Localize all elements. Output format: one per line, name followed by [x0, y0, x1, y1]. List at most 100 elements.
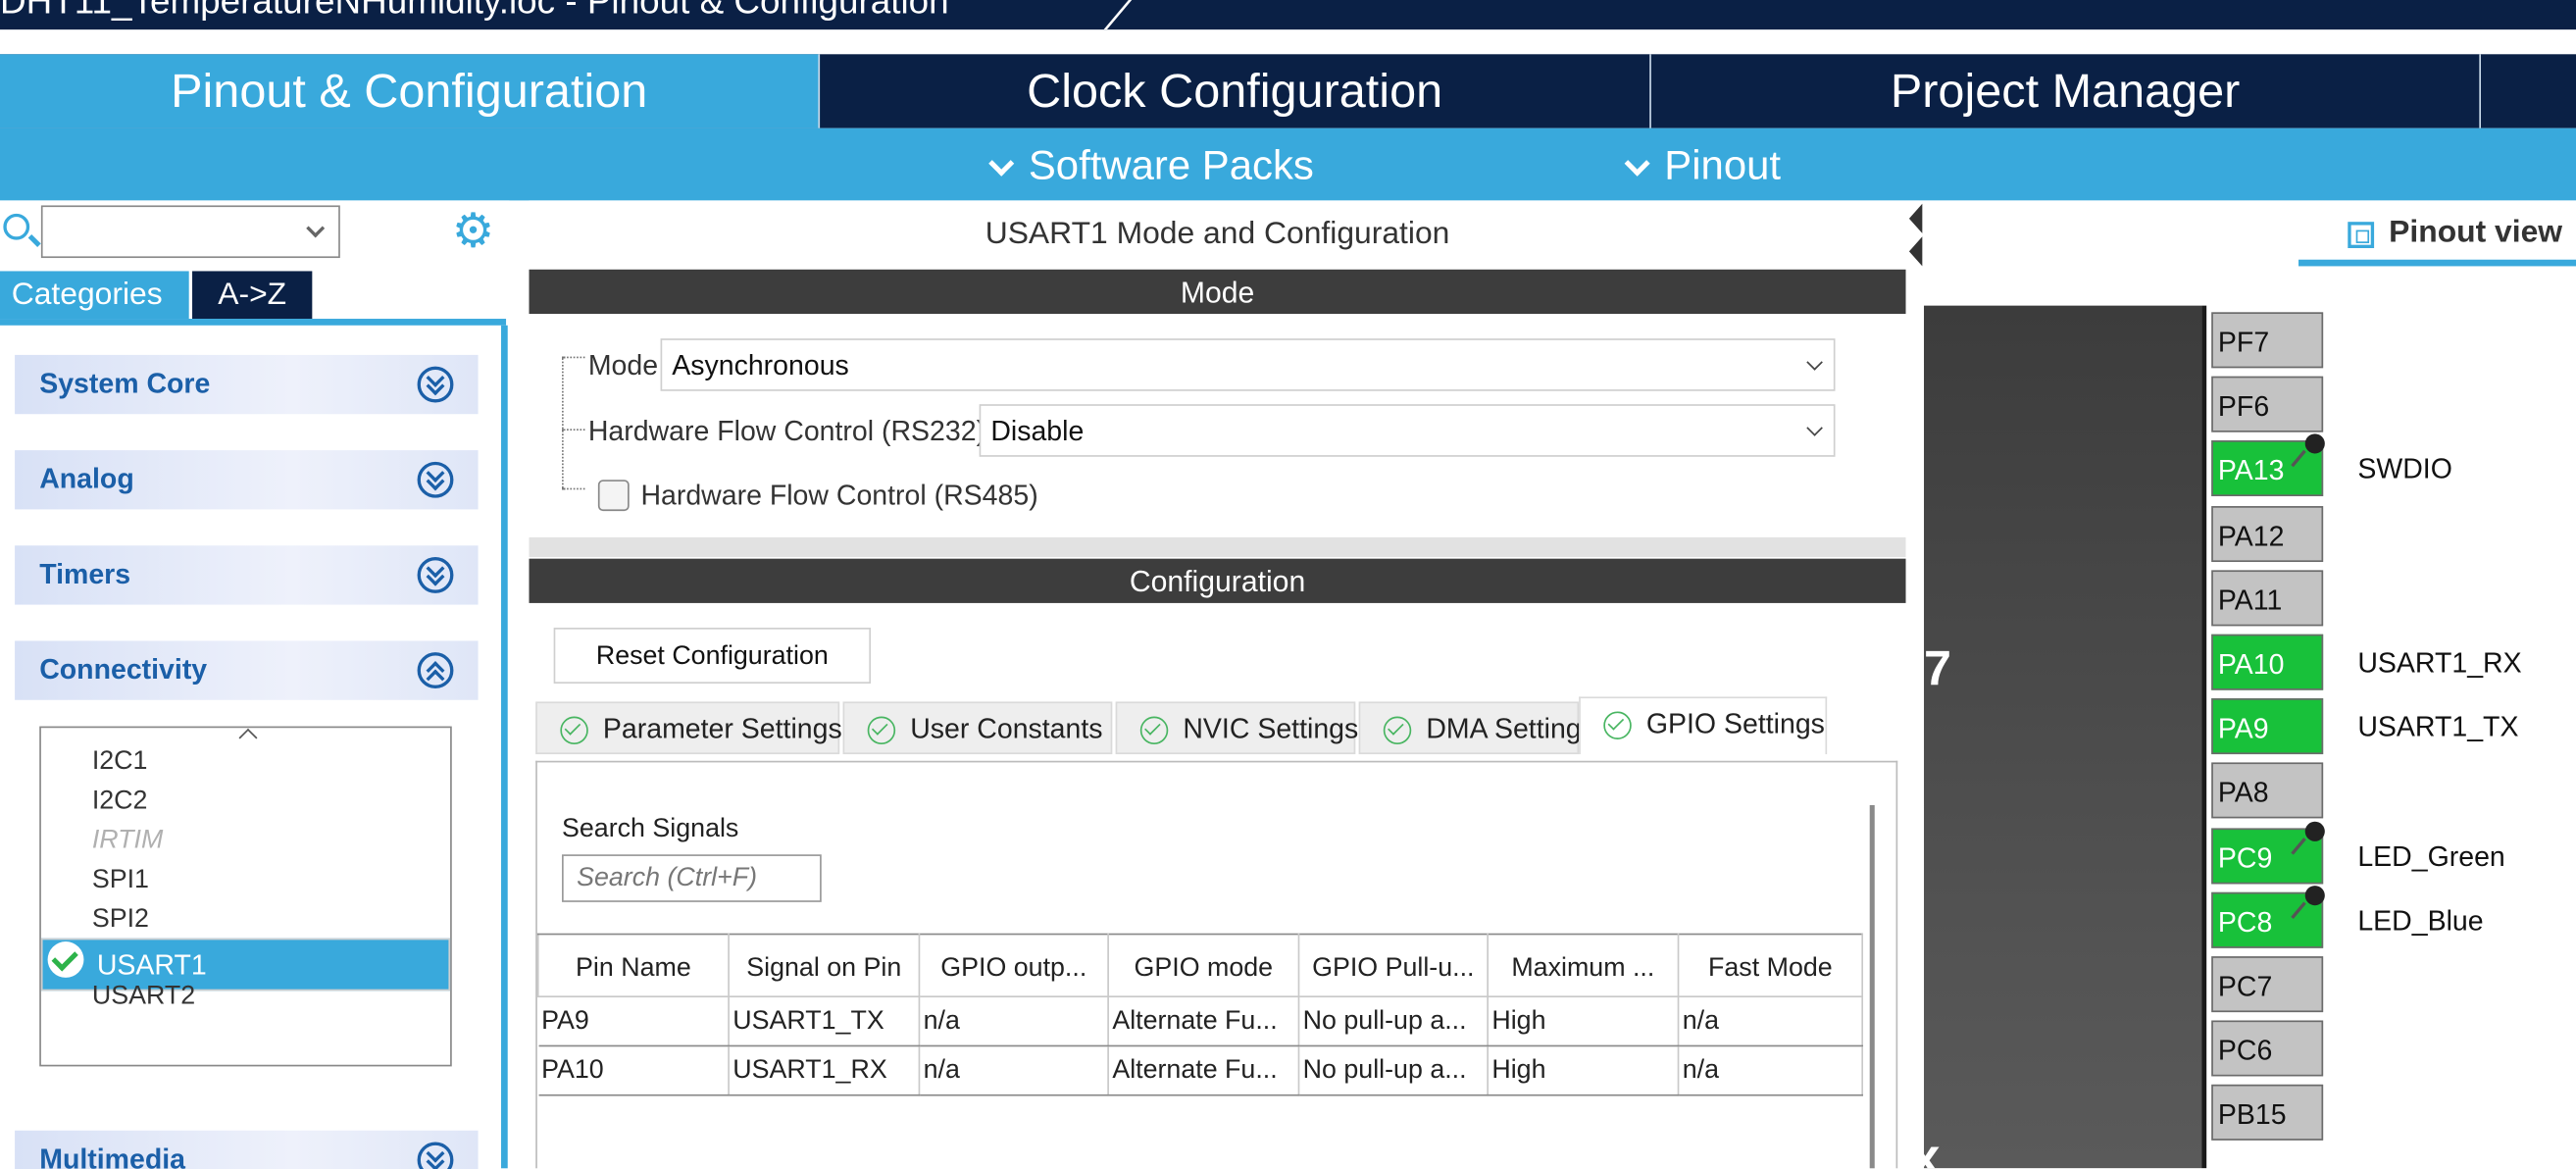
column-header[interactable]: Pin Name — [536, 933, 730, 998]
tab-label: NVIC Settings — [1183, 713, 1359, 745]
title-tab-edge — [1060, 0, 1137, 30]
table-cell: Alternate Fu... — [1108, 996, 1300, 1047]
table-header-row: Pin Name Signal on Pin GPIO outp... GPIO… — [536, 933, 1864, 998]
panel-title: USART1 Mode and Configuration — [985, 217, 1450, 252]
tab-pinout-view-label: Pinout view — [2389, 215, 2563, 250]
pin-pa9[interactable]: PA9 — [2211, 698, 2324, 755]
pin-pc7[interactable]: PC7 — [2211, 956, 2324, 1013]
pin-pc6[interactable]: PC6 — [2211, 1020, 2324, 1077]
peripheral-spi1[interactable]: SPI1 — [41, 861, 450, 900]
table-cell: n/a — [919, 1045, 1109, 1096]
mcu-chip-body[interactable]: 7 x — [1924, 305, 2207, 1169]
tab-pinout-view[interactable]: Pinout view — [2298, 215, 2576, 267]
panel-divider — [501, 325, 508, 1169]
category-timers[interactable]: Timers — [15, 545, 479, 605]
panel-splitter[interactable] — [1905, 200, 1925, 1169]
category-label: Connectivity — [39, 653, 208, 686]
chevron-down-icon — [988, 150, 1015, 177]
chip-icon — [2348, 222, 2375, 249]
peripheral-i2c1[interactable]: I2C1 — [41, 742, 450, 782]
pushpin-icon — [2304, 821, 2325, 841]
tab-gpio-settings[interactable]: GPIO Settings — [1579, 696, 1828, 755]
check-circle-icon — [867, 716, 896, 745]
tab-label: Parameter Settings — [602, 713, 842, 745]
check-circle-icon — [1383, 716, 1412, 745]
menu-software-packs-label: Software Packs — [1028, 142, 1314, 189]
expand-icon[interactable] — [417, 556, 454, 593]
tab-clock-configuration[interactable]: Clock Configuration — [820, 54, 1651, 128]
collapse-icon[interactable] — [417, 652, 454, 689]
tab-project-manager[interactable]: Project Manager — [1651, 54, 2482, 128]
tab-parameter-settings[interactable]: Parameter Settings — [535, 701, 842, 755]
usart1-config-panel: USART1 Mode and Configuration Mode Mode … — [529, 200, 1906, 1169]
check-circle-icon — [560, 716, 588, 745]
chevron-down-icon — [1624, 150, 1650, 177]
chip-marking-fragment: 7 — [1924, 642, 1951, 697]
collapse-left-icon[interactable] — [1908, 236, 1923, 267]
mode-select[interactable]: Asynchronous — [660, 338, 1836, 391]
expand-icon[interactable] — [417, 366, 454, 403]
peripheral-spi2[interactable]: SPI2 — [41, 900, 450, 940]
tab-underline — [0, 319, 507, 326]
category-label: Multimedia — [39, 1144, 185, 1169]
category-connectivity[interactable]: Connectivity — [15, 640, 479, 700]
tab-dma-settings[interactable]: DMA Settings — [1358, 701, 1595, 755]
reset-configuration-button[interactable]: Reset Configuration — [553, 628, 872, 685]
search-signals-label: Search Signals — [562, 815, 739, 843]
table-row[interactable]: PA10 USART1_RX n/a Alternate Fu... No pu… — [537, 1045, 1864, 1096]
table-cell: USART1_TX — [729, 996, 921, 1047]
connectivity-peripheral-list[interactable]: I2C1 I2C2 IRTIM SPI1 SPI2 USART1 USART2 — [39, 726, 452, 1067]
hw-flow-rs485-label: Hardware Flow Control (RS485) — [640, 480, 1038, 512]
column-header[interactable]: GPIO Pull-u... — [1297, 933, 1490, 998]
category-label: Analog — [39, 463, 134, 495]
column-header[interactable]: Maximum ... — [1487, 933, 1680, 998]
menu-pinout[interactable]: Pinout — [1622, 128, 1781, 201]
expand-icon[interactable] — [417, 461, 454, 498]
gear-icon[interactable]: ⚙ — [450, 208, 496, 256]
tab-pinout-configuration[interactable]: Pinout & Configuration — [0, 54, 821, 128]
pin-pa11[interactable]: PA11 — [2211, 570, 2324, 627]
category-system-core[interactable]: System Core — [15, 354, 479, 415]
table-cell: Alternate Fu... — [1108, 1045, 1300, 1096]
column-header[interactable]: Fast Mode — [1677, 933, 1864, 998]
tab-overflow[interactable] — [2481, 54, 2576, 127]
window-title: DHT11_TemperatureNHumidity.ioc - Pinout … — [0, 0, 949, 22]
column-header[interactable]: GPIO outp... — [918, 933, 1109, 998]
tab-a-z[interactable]: A->Z — [192, 271, 313, 320]
table-row[interactable]: PA9 USART1_TX n/a Alternate Fu... No pul… — [537, 996, 1864, 1047]
hw-flow-rs232-value: Disable — [990, 415, 1085, 447]
section-separator — [529, 536, 1906, 557]
menu-software-packs[interactable]: Software Packs — [985, 128, 1314, 201]
table-cell: PA9 — [537, 996, 730, 1047]
table-cell: n/a — [1678, 996, 1864, 1047]
mode-label: Mode — [587, 349, 659, 381]
hw-flow-rs485-checkbox[interactable] — [597, 480, 630, 512]
category-search-combo[interactable] — [40, 205, 340, 259]
category-analog[interactable]: Analog — [15, 450, 479, 510]
tab-nvic-settings[interactable]: NVIC Settings — [1115, 701, 1359, 755]
hw-flow-rs232-select[interactable]: Disable — [979, 404, 1836, 457]
expand-icon[interactable] — [417, 1142, 454, 1169]
vertical-scrollbar[interactable] — [1869, 804, 1875, 1169]
chevron-down-icon[interactable] — [306, 219, 326, 238]
peripheral-usart2[interactable]: USART2 — [41, 978, 450, 1017]
pin-pa10[interactable]: PA10 — [2211, 634, 2324, 690]
pin-pb15[interactable]: PB15 — [2211, 1085, 2324, 1142]
sub-menu-bar: Software Packs Pinout — [0, 127, 2576, 201]
category-multimedia[interactable]: Multimedia — [15, 1130, 479, 1169]
search-signals-input[interactable]: Search (Ctrl+F) — [562, 854, 822, 902]
pin-pf7[interactable]: PF7 — [2211, 312, 2324, 369]
column-header[interactable]: Signal on Pin — [728, 933, 921, 998]
tab-user-constants[interactable]: User Constants — [842, 701, 1113, 755]
tab-underline — [2298, 259, 2576, 267]
tab-categories[interactable]: Categories — [0, 271, 189, 320]
pin-pa12[interactable]: PA12 — [2211, 505, 2324, 562]
pin-pa8[interactable]: PA8 — [2211, 763, 2324, 820]
categories-panel: ⚙ Categories A->Z System Core Analog Tim… — [0, 200, 510, 1169]
peripheral-irtim[interactable]: IRTIM — [41, 822, 450, 861]
table-cell: High — [1488, 1045, 1680, 1096]
peripheral-i2c2[interactable]: I2C2 — [41, 783, 450, 822]
column-header[interactable]: GPIO mode — [1107, 933, 1300, 998]
collapse-left-icon[interactable] — [1908, 203, 1923, 233]
pin-pf6[interactable]: PF6 — [2211, 377, 2324, 432]
